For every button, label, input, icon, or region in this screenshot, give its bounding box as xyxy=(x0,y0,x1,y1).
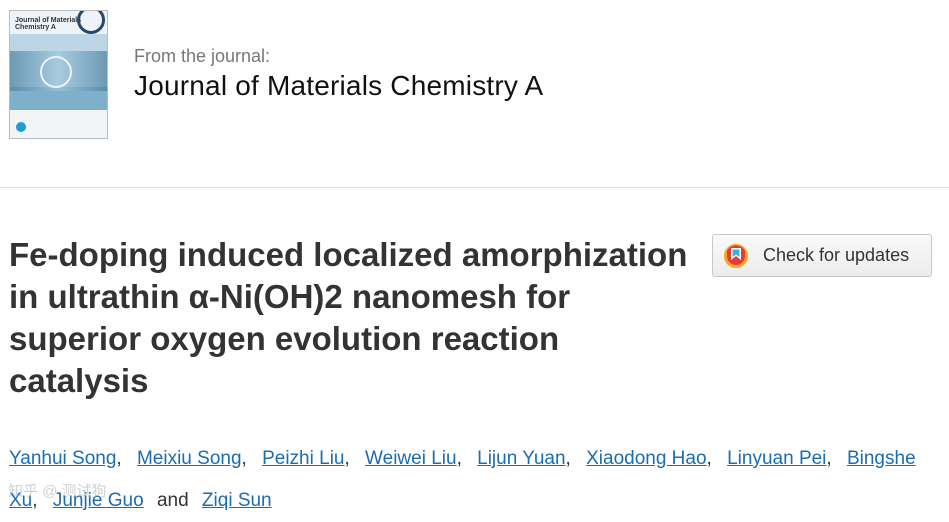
authors-conjunction: and xyxy=(156,490,189,511)
author-link[interactable]: Xiaodong Hao xyxy=(586,448,706,469)
author-link[interactable]: Peizhi Liu xyxy=(262,448,344,469)
cover-decoration xyxy=(77,11,105,34)
check-for-updates-button[interactable]: Check for updates xyxy=(712,234,932,277)
divider xyxy=(0,187,949,188)
author-link[interactable]: Yanhui Song xyxy=(9,448,116,469)
author-link[interactable]: Linyuan Pei xyxy=(727,448,826,469)
publisher-logo xyxy=(16,122,26,132)
crossmark-icon xyxy=(724,243,748,268)
from-journal-label: From the journal: xyxy=(134,46,271,66)
author-link[interactable]: Ziqi Sun xyxy=(202,490,272,511)
author-link[interactable]: Lijun Yuan xyxy=(477,448,565,469)
article-title: Fe-doping induced localized amorphizatio… xyxy=(9,236,688,399)
author-link[interactable]: Weiwei Liu xyxy=(365,448,457,469)
check-for-updates-label: Check for updates xyxy=(763,245,910,265)
journal-name[interactable]: Journal of Materials Chemistry A xyxy=(134,70,543,102)
author-link[interactable]: Junjie Guo xyxy=(53,490,144,511)
author-list: Yanhui Song, Meixiu Song, Peizhi Liu, We… xyxy=(9,448,916,511)
journal-cover-image[interactable]: Journal of Materials Chemistry A xyxy=(9,10,108,139)
author-link[interactable]: Meixiu Song xyxy=(137,448,242,469)
cover-artwork-circle xyxy=(40,56,72,88)
